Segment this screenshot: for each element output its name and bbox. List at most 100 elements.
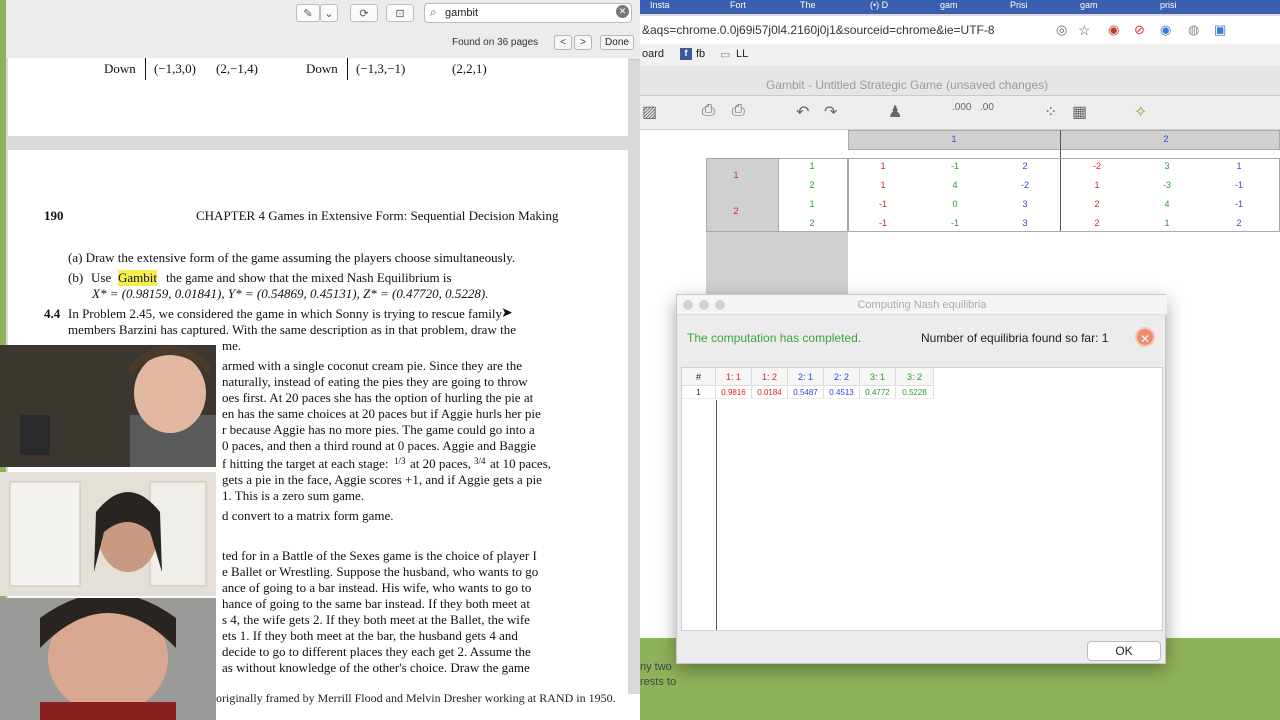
browser-tab[interactable]: Prisi [1010, 0, 1028, 14]
extension-icon[interactable]: ⊘ [1134, 16, 1145, 44]
payoff-cell: (2,2,1) [452, 61, 487, 76]
add-player-icon[interactable]: ♟ [888, 102, 902, 122]
payoff-cell[interactable]: -1 [868, 199, 898, 209]
payoff-cell: (2,−1,4) [216, 61, 258, 76]
previous-result-button[interactable]: < [554, 35, 572, 50]
payoff-cell[interactable]: 2 [1010, 161, 1040, 171]
payoff-cell[interactable]: 3 [1152, 161, 1182, 171]
browser-tab[interactable]: prisi [1160, 0, 1177, 14]
text-line: at 20 paces, [410, 456, 472, 471]
toolbox-button[interactable]: ⊡ [386, 4, 414, 22]
payoff-cell[interactable]: -1 [1224, 199, 1254, 209]
column-player-label: 1 [951, 134, 957, 144]
column-header-bar [848, 130, 1280, 150]
payoff-grid [848, 158, 1280, 232]
stop-computation-icon[interactable]: ✕ [1135, 327, 1155, 347]
payoff-cell[interactable]: -2 [1010, 180, 1040, 190]
payoff-cell[interactable]: 1 [1152, 218, 1182, 228]
clear-search-icon[interactable]: ✕ [616, 5, 629, 18]
strategy-label[interactable]: 1 [802, 161, 822, 171]
minimize-window-button[interactable] [699, 300, 709, 310]
payoff-cell[interactable]: -2 [1082, 161, 1112, 171]
print-preview-icon[interactable]: ⎙ [732, 102, 745, 120]
strategy-label[interactable]: 2 [802, 180, 822, 190]
extension-icon[interactable]: ◍ [1188, 16, 1199, 44]
print-icon[interactable]: ⎙ [702, 102, 715, 120]
pdf-search-input[interactable]: gambit [424, 3, 632, 23]
zoom-window-button[interactable] [715, 300, 725, 310]
text-line: 1. This is a zero sum game. [222, 488, 365, 503]
payoff-cell[interactable]: 0 [940, 199, 970, 209]
address-bar[interactable]: &aqs=chrome.0.0j69i57j0l4.2160j0j1&sourc… [640, 16, 1280, 44]
rotate-button[interactable]: ⟳ [350, 4, 378, 22]
extension-icon[interactable]: ◉ [1160, 16, 1171, 44]
undo-icon[interactable]: ↶ [796, 102, 809, 122]
table-rule [347, 58, 348, 80]
bookmark-item[interactable]: oard [642, 48, 664, 60]
text-line: ets 1. If they both meet at the bar, the… [222, 628, 518, 643]
payoff-cell[interactable]: -3 [1152, 180, 1182, 190]
edit-icon[interactable]: ▨ [642, 102, 657, 122]
fraction: 1/3 [394, 456, 406, 466]
payoff-cell[interactable]: 1 [1082, 180, 1112, 190]
payoff-cell[interactable]: 2 [1082, 199, 1112, 209]
done-button[interactable]: Done [600, 35, 634, 50]
strategy-label[interactable]: 1 [802, 199, 822, 209]
ok-button[interactable]: OK [1087, 641, 1161, 661]
row-player-label: 2 [733, 206, 739, 216]
row-header-block [706, 232, 848, 296]
payoff-cell[interactable]: 3 [1010, 199, 1040, 209]
background-text: ny two rests to [640, 660, 676, 690]
bookmark-star-icon[interactable]: ☆ [1078, 16, 1091, 44]
payoff-cell[interactable]: 1 [868, 161, 898, 171]
decimal-more-icon[interactable]: .000 [952, 102, 971, 113]
text-line: en has the same choices at 20 paces but … [222, 406, 541, 421]
payoff-cell[interactable]: 2 [1082, 218, 1112, 228]
table-cell: 1 [682, 387, 716, 399]
extension-icon[interactable]: ◉ [1108, 16, 1119, 44]
equilibria-table: # 1: 1 1: 2 2: 1 2: 2 3: 1 3: 2 1 0.9816… [681, 367, 1163, 631]
folder-icon: ▭ [720, 49, 731, 61]
webcam-feed [0, 472, 216, 596]
payoff-cell[interactable]: -1 [940, 161, 970, 171]
table-cell: 0.4513 [824, 387, 860, 399]
payoff-cell[interactable]: -1 [1224, 180, 1254, 190]
browser-tab[interactable]: Insta [650, 0, 670, 14]
payoff-cell[interactable]: 4 [940, 180, 970, 190]
browser-tab[interactable]: gam [940, 0, 958, 14]
dialog-title: Computing Nash equilibria [857, 299, 987, 311]
equilibria-count: Number of equilibria found so far: 1 [921, 331, 1109, 345]
item-b-label: (b) [68, 270, 84, 285]
annotate-pen-button[interactable]: ✎ [296, 4, 320, 22]
bookmark-item[interactable]: LL [736, 48, 748, 60]
payoff-cell[interactable]: 2 [1224, 218, 1254, 228]
decimal-less-icon[interactable]: .00 [980, 102, 994, 113]
browser-tab[interactable]: (•) D [870, 0, 888, 14]
chevron-down-icon[interactable]: ⌄ [320, 4, 338, 22]
target-icon[interactable]: ◎ [1056, 16, 1067, 44]
next-result-button[interactable]: > [574, 35, 592, 50]
equilibrium-line: X* = (0.98159, 0.01841), Y* = (0.54869, … [92, 286, 489, 301]
payoff-cell[interactable]: 3 [1010, 218, 1040, 228]
close-window-button[interactable] [683, 300, 693, 310]
url-text[interactable]: &aqs=chrome.0.0j69i57j0l4.2160j0j1&sourc… [642, 16, 995, 44]
bookmark-item[interactable]: fb [696, 48, 705, 60]
payoff-cell[interactable]: -1 [940, 218, 970, 228]
extension-icon[interactable]: ▣ [1214, 16, 1226, 44]
webcam-image [0, 472, 216, 596]
payoff-cell[interactable]: 1 [1224, 161, 1254, 171]
dominance-icon[interactable]: ⁘ [1044, 102, 1057, 122]
search-result-count: Found on 36 pages [452, 37, 539, 48]
equilibrium-icon[interactable]: ✧ [1134, 102, 1147, 122]
payoff-cell[interactable]: 1 [868, 180, 898, 190]
browser-tab[interactable]: gam [1080, 0, 1098, 14]
text-line: s 4, the wife gets 2. If they both meet … [222, 612, 530, 627]
redo-icon[interactable]: ↷ [824, 102, 837, 122]
browser-tab[interactable]: The [800, 0, 816, 14]
browser-tab[interactable]: Fort [730, 0, 746, 14]
payoff-cell[interactable]: 4 [1152, 199, 1182, 209]
calculator-icon[interactable]: ▦ [1072, 102, 1087, 122]
strategy-label[interactable]: 2 [802, 218, 822, 228]
text-line: ted for in a Battle of the Sexes game is… [222, 548, 537, 563]
payoff-cell[interactable]: -1 [868, 218, 898, 228]
